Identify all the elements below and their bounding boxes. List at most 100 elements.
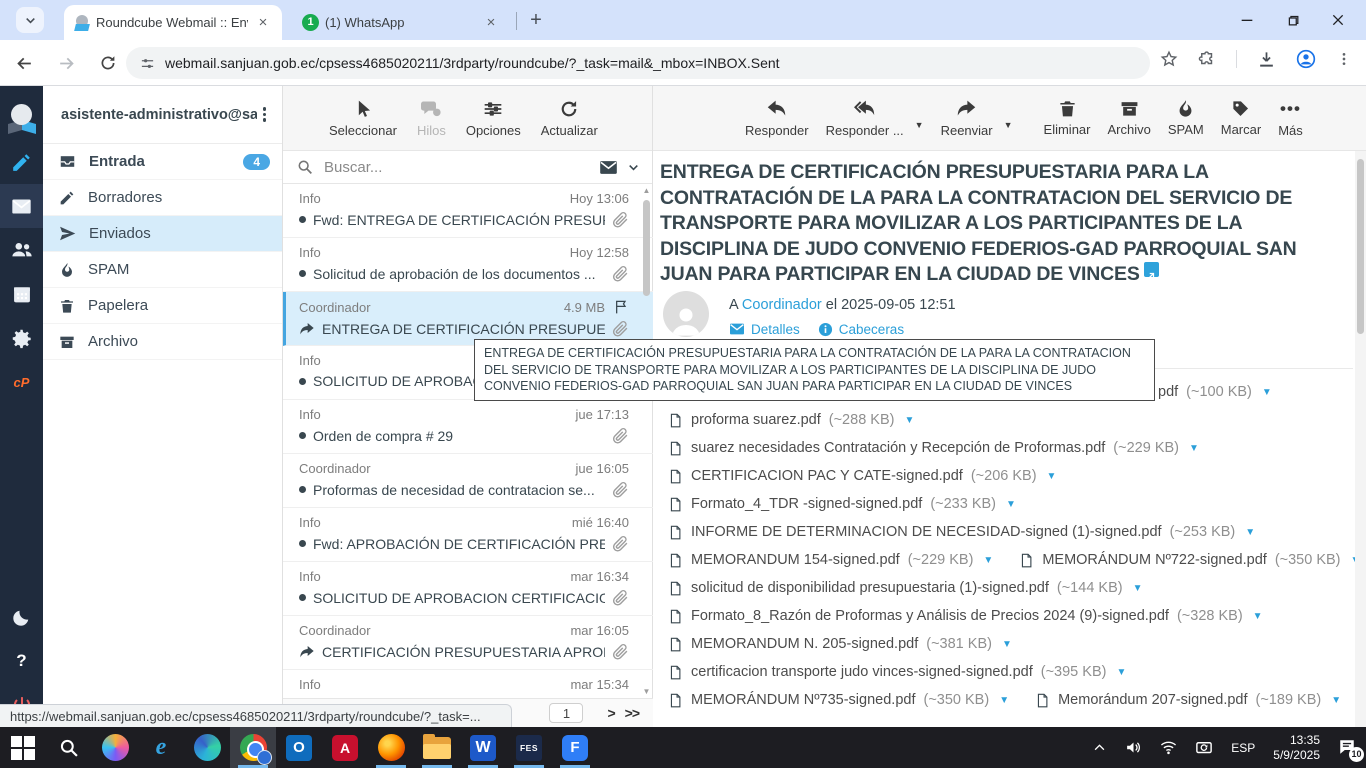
attachment-caret-icon[interactable]: ▼ (1245, 527, 1255, 538)
tab-whatsapp[interactable]: 1 (1) WhatsApp × (292, 5, 510, 40)
language-indicator[interactable]: ESP (1231, 741, 1255, 755)
internet-explorer-button[interactable]: e (138, 727, 184, 768)
taskbar-search-button[interactable] (46, 727, 92, 768)
folder-borradores[interactable]: Borradores (43, 180, 282, 216)
volume-icon[interactable] (1125, 739, 1142, 756)
attachment-link[interactable]: proforma suarez.pdf(~288 KB)▼ (668, 412, 914, 429)
scrollbar-thumb[interactable] (643, 200, 650, 296)
restore-icon[interactable] (1285, 13, 1300, 28)
attachment-caret-icon[interactable]: ▼ (983, 555, 993, 566)
forward-caret-icon[interactable]: ▼ (1004, 120, 1013, 130)
outlook-button[interactable]: O (276, 727, 322, 768)
cpanel-button[interactable]: cP (0, 360, 43, 404)
attachment-link[interactable]: MEMORÁNDUM Nº722-signed.pdf(~350 KB)▼ (1019, 552, 1360, 569)
reply-button[interactable]: Responder (745, 98, 809, 138)
fes-app-button[interactable]: FES (506, 727, 552, 768)
f-app-button[interactable]: F (552, 727, 598, 768)
attachment-link[interactable]: Formato_8_Razón de Proformas y Análisis … (668, 608, 1263, 625)
tab-close-icon[interactable]: × (482, 14, 500, 32)
search-scope-icon[interactable] (599, 158, 618, 177)
notification-center-button[interactable]: 10 (1338, 738, 1356, 756)
options-button[interactable]: Opciones (466, 99, 521, 138)
minimize-icon[interactable] (1239, 12, 1255, 28)
file-explorer-button[interactable] (414, 727, 460, 768)
settings-nav-button[interactable] (0, 316, 43, 360)
tab-close-icon[interactable]: × (254, 14, 272, 32)
attachment-caret-icon[interactable]: ▼ (1331, 695, 1341, 706)
folder-enviados[interactable]: Enviados (43, 216, 282, 252)
chrome-button[interactable] (230, 727, 276, 768)
forward-icon[interactable] (52, 49, 80, 77)
tab-roundcube[interactable]: Roundcube Webmail :: Enviados × (64, 5, 282, 40)
attachment-caret-icon[interactable]: ▼ (1189, 443, 1199, 454)
attachment-link[interactable]: Memorándum 207-signed.pdf(~189 KB)▼ (1035, 692, 1341, 709)
details-link[interactable]: Detalles (729, 321, 800, 337)
profile-icon[interactable] (1296, 49, 1316, 69)
attachment-link[interactable]: pdf(~100 KB)▼ (1158, 384, 1272, 400)
reload-icon[interactable] (94, 49, 122, 77)
start-button[interactable] (0, 727, 46, 768)
page-number-box[interactable]: 1 (549, 703, 583, 723)
attachment-caret-icon[interactable]: ▼ (1006, 499, 1016, 510)
message-row[interactable]: Infomié 16:40 Fwd: APROBACIÓN DE CERTIFI… (283, 508, 653, 562)
folder-entrada[interactable]: Entrada 4 (43, 144, 282, 180)
attachment-caret-icon[interactable]: ▼ (1002, 639, 1012, 650)
attachment-link[interactable]: suarez necesidades Contratación y Recepc… (668, 440, 1199, 457)
attachment-link[interactable]: solicitud de disponibilidad presupuestar… (668, 580, 1143, 597)
archive-button[interactable]: Archivo (1108, 99, 1151, 137)
tray-chevron-up-icon[interactable] (1092, 740, 1107, 755)
site-settings-icon[interactable] (140, 56, 155, 71)
attachment-caret-icon[interactable]: ▼ (1047, 471, 1057, 482)
contacts-nav-button[interactable] (0, 228, 43, 272)
account-menu-icon[interactable] (257, 105, 273, 124)
flag-icon[interactable] (613, 299, 629, 315)
search-chevron-icon[interactable] (627, 161, 640, 174)
attachment-link[interactable]: MEMORANDUM N. 205-signed.pdf(~381 KB)▼ (668, 636, 1012, 653)
reader-scrollbar[interactable] (1355, 151, 1366, 727)
attachment-caret-icon[interactable]: ▼ (1262, 387, 1272, 398)
calendar-nav-button[interactable] (0, 272, 43, 316)
folder-spam[interactable]: SPAM (43, 252, 282, 288)
next-page-button[interactable]: > (607, 705, 614, 721)
cast-icon[interactable] (1195, 739, 1213, 757)
acrobat-button[interactable]: A (322, 727, 368, 768)
message-row[interactable]: Infomar 16:34 SOLICITUD DE APROBACION CE… (283, 562, 653, 616)
compose-button[interactable] (0, 140, 43, 184)
select-button[interactable]: Seleccionar (329, 99, 397, 138)
message-row[interactable]: Coordinadorjue 16:05 Proformas de necesi… (283, 454, 653, 508)
message-row[interactable]: Coordinadormar 16:05 CERTIFICACIÓN PRESU… (283, 616, 653, 670)
recipient-link[interactable]: Coordinador (742, 297, 822, 313)
mail-nav-button[interactable] (0, 184, 43, 228)
message-row[interactable]: Infojue 17:13 Orden de compra # 29 (283, 400, 653, 454)
downloads-icon[interactable] (1257, 50, 1276, 69)
threads-button[interactable]: Hilos (417, 99, 446, 138)
message-row[interactable]: Infomar 15:34 (283, 670, 653, 698)
delete-button[interactable]: Eliminar (1044, 99, 1091, 137)
wifi-icon[interactable] (1160, 739, 1177, 756)
attachment-link[interactable]: certificacion transporte judo vinces-sig… (668, 664, 1126, 681)
address-bar[interactable]: webmail.sanjuan.gob.ec/cpsess4685020211/… (126, 47, 1150, 79)
attachment-link[interactable]: CERTIFICACION PAC Y CATE-signed.pdf(~206… (668, 468, 1056, 485)
copilot-button[interactable] (92, 727, 138, 768)
attachment-link[interactable]: MEMORÁNDUM Nº735-signed.pdf(~350 KB)▼ (668, 692, 1009, 709)
close-icon[interactable] (1330, 12, 1346, 28)
taskbar-clock[interactable]: 13:35 5/9/2025 (1273, 733, 1320, 763)
reply-all-button[interactable]: Responder ... (826, 98, 904, 138)
edge-button[interactable] (184, 727, 230, 768)
attachment-caret-icon[interactable]: ▼ (1253, 611, 1263, 622)
message-row[interactable]: InfoHoy 12:58 Solicitud de aprobación de… (283, 238, 653, 292)
dark-mode-icon[interactable] (0, 595, 43, 639)
mark-button[interactable]: Marcar (1221, 99, 1261, 137)
extensions-icon[interactable] (1198, 50, 1216, 68)
list-scrollbar[interactable]: ▲ ▼ (642, 186, 651, 696)
attachment-caret-icon[interactable]: ▼ (904, 415, 914, 426)
bookmark-star-icon[interactable] (1160, 50, 1178, 68)
attachment-link[interactable]: MEMORANDUM 154-signed.pdf(~229 KB)▼ (668, 552, 993, 569)
attachment-link[interactable]: INFORME DE DETERMINACION DE NECESIDAD-si… (668, 524, 1255, 541)
refresh-button[interactable]: Actualizar (541, 99, 598, 138)
firefox-button[interactable] (368, 727, 414, 768)
scrollbar-thumb[interactable] (1357, 159, 1364, 334)
attachment-link[interactable]: Formato_4_TDR -signed-signed.pdf(~233 KB… (668, 496, 1016, 513)
spam-button[interactable]: SPAM (1168, 99, 1204, 137)
message-row-selected[interactable]: Coordinador4.9 MB ENTREGA DE CERTIFICACI… (283, 292, 653, 346)
